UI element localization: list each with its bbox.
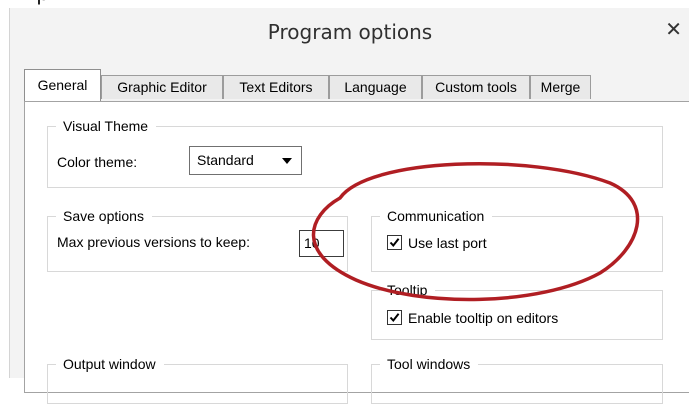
output-window-group: Output window (47, 354, 348, 404)
tab-text-editors[interactable]: Text Editors (223, 75, 329, 99)
save-options-title: Save options (56, 206, 152, 226)
tooltip-group: Tooltip Enable tooltip on editors (371, 280, 663, 340)
tab-graphic-editor[interactable]: Graphic Editor (101, 75, 223, 99)
max-versions-label: Max previous versions to keep: (57, 234, 250, 250)
communication-group: Communication Use last port (371, 206, 663, 272)
max-versions-input[interactable]: 10 (299, 230, 344, 257)
program-options-dialog: Program options ✕ General Graphic Editor… (9, 8, 689, 404)
check-icon (389, 238, 400, 248)
tool-windows-group: Tool windows (371, 354, 663, 404)
general-tab-panel: Visual Theme Color theme: Standard Save … (24, 101, 689, 404)
tab-general[interactable]: General (24, 69, 101, 101)
tooltip-title: Tooltip (380, 280, 436, 300)
color-theme-value: Standard (197, 152, 254, 168)
chevron-down-icon (282, 158, 292, 164)
tab-language[interactable]: Language (329, 75, 422, 99)
tool-windows-title: Tool windows (380, 354, 479, 374)
save-options-group: Save options Max previous versions to ke… (47, 206, 348, 272)
visual-theme-title: Visual Theme (56, 116, 157, 136)
communication-title: Communication (380, 206, 493, 226)
cropped-text-above: pwwwwwwwwwwwwwwwwwwwwwwwwwwwwwwwwwwwwwww… (0, 0, 689, 8)
visual-theme-group: Visual Theme Color theme: Standard (47, 116, 663, 188)
tab-merge[interactable]: Merge (530, 75, 591, 99)
color-theme-label: Color theme: (57, 154, 138, 170)
dialog-title: Program options (267, 20, 433, 44)
color-theme-dropdown[interactable]: Standard (189, 146, 302, 175)
output-window-title: Output window (56, 354, 164, 374)
enable-tooltip-checkbox[interactable] (387, 310, 402, 325)
tab-custom-tools[interactable]: Custom tools (422, 75, 530, 99)
use-last-port-label[interactable]: Use last port (408, 233, 487, 253)
use-last-port-checkbox[interactable] (387, 235, 402, 250)
close-icon[interactable]: ✕ (665, 18, 682, 40)
enable-tooltip-label[interactable]: Enable tooltip on editors (408, 308, 558, 328)
check-icon (389, 313, 400, 323)
